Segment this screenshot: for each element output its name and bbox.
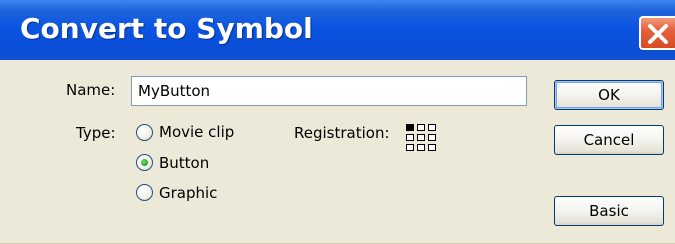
radio-selected-indicator — [141, 159, 148, 166]
registration-point-top-left[interactable] — [406, 124, 414, 131]
radio-movie-clip-label[interactable]: Movie clip — [159, 123, 234, 141]
basic-button[interactable]: Basic — [554, 196, 664, 226]
registration-point-middle-left[interactable] — [406, 134, 414, 141]
cancel-button[interactable]: Cancel — [554, 125, 664, 155]
registration-point-top-center[interactable] — [417, 124, 425, 131]
registration-point-bottom-left[interactable] — [406, 144, 414, 151]
radio-button-label[interactable]: Button — [159, 154, 209, 172]
name-label: Name: — [66, 81, 116, 99]
radio-button[interactable] — [136, 154, 153, 171]
registration-point-bottom-center[interactable] — [417, 144, 425, 151]
radio-graphic-label[interactable]: Graphic — [159, 184, 217, 202]
registration-label: Registration: — [294, 124, 390, 142]
radio-movie-clip[interactable] — [136, 124, 153, 141]
close-x-icon — [648, 24, 668, 44]
name-field[interactable] — [131, 76, 527, 106]
close-button[interactable] — [639, 16, 675, 50]
registration-point-middle-right[interactable] — [428, 134, 436, 141]
registration-point-bottom-right[interactable] — [428, 144, 436, 151]
convert-to-symbol-dialog: Convert to Symbol Name: Type: Movie clip… — [0, 0, 675, 244]
type-label: Type: — [76, 124, 116, 142]
registration-grid-icon[interactable] — [406, 124, 442, 156]
radio-graphic[interactable] — [136, 184, 153, 201]
title-bar[interactable]: Convert to Symbol — [0, 0, 675, 60]
ok-button[interactable]: OK — [554, 80, 664, 110]
registration-point-center[interactable] — [417, 134, 425, 141]
dialog-title: Convert to Symbol — [20, 12, 313, 45]
registration-point-top-right[interactable] — [428, 124, 436, 131]
